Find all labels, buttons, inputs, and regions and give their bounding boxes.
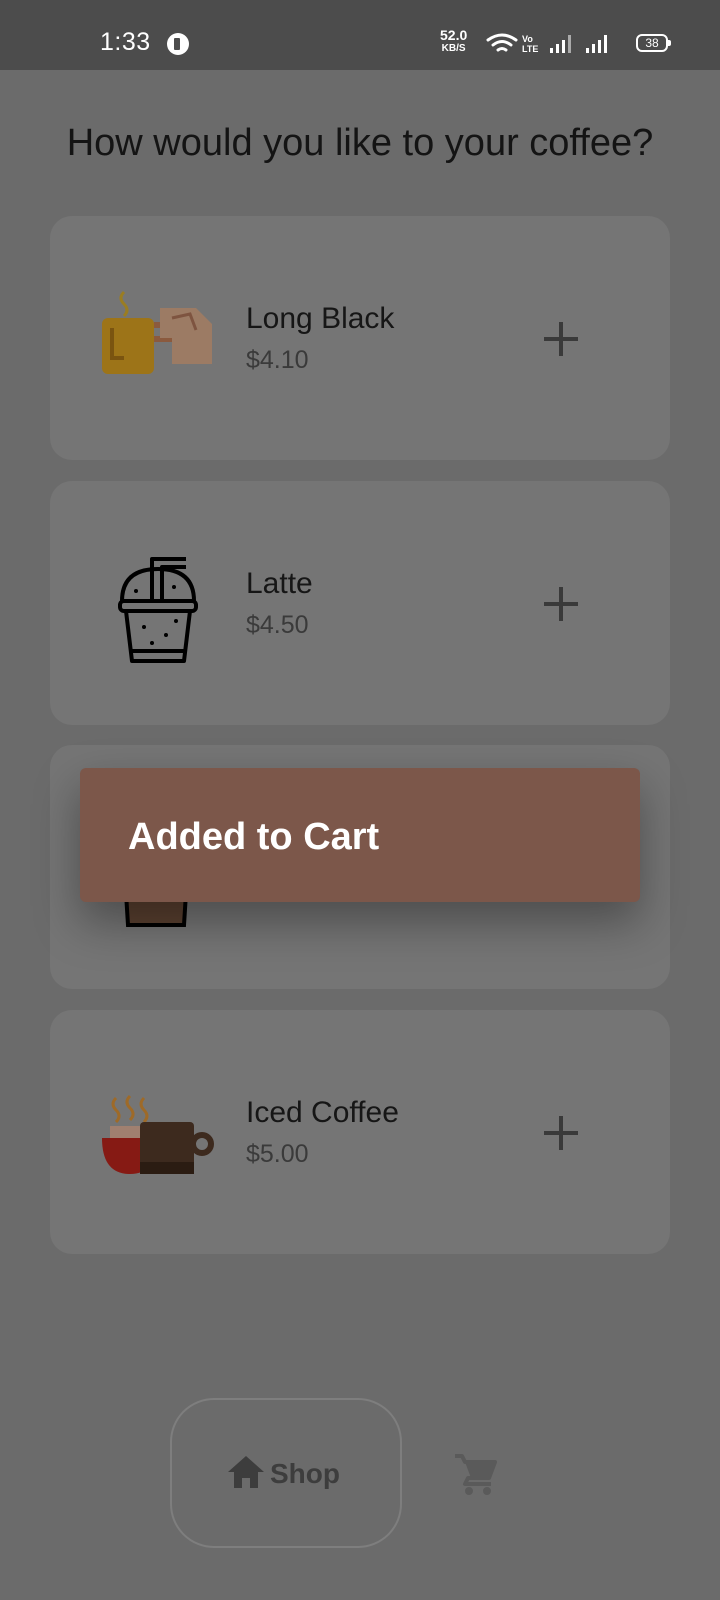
product-card-long-black[interactable]: Long Black $4.10 [50,216,670,460]
signal-2-icon [586,35,607,53]
volte-icon: Vo LTE [522,34,538,54]
product-price: $4.50 [246,611,309,639]
long-black-cup-icon [102,290,212,374]
battery-icon: 38 [636,34,671,52]
wifi-icon [486,33,518,52]
add-to-cart-button[interactable] [544,322,578,356]
status-bar: 1:33 52.0 KB/S Vo LTE 38 [0,0,720,70]
product-name: Latte [246,567,313,600]
nav-shop-label: Shop [270,1458,340,1489]
iced-cup-straw-icon [118,557,198,663]
add-to-cart-button[interactable] [544,1116,578,1150]
network-speed-value: 52.0 [440,27,468,43]
coffee-mugs-icon [102,1094,214,1174]
svg-text:Vo: Vo [522,34,533,44]
status-time: 1:33 [100,28,151,56]
app-notification-icon [167,33,189,55]
added-to-cart-toast: Added to Cart [80,768,640,902]
product-card-iced-coffee[interactable]: Iced Coffee $5.00 [50,1010,670,1254]
add-to-cart-button[interactable] [544,587,578,621]
home-icon [228,1456,264,1488]
product-price: $4.10 [246,346,309,374]
status-icons: Vo LTE [486,33,607,54]
svg-text:LTE: LTE [522,44,538,54]
cart-icon[interactable] [453,1452,497,1496]
product-card-latte[interactable]: Latte $4.50 [50,481,670,725]
nav-item-shop[interactable]: Shop [170,1398,402,1548]
product-price: $5.00 [246,1140,309,1168]
network-speed-unit: KB/S [441,43,466,54]
product-name: Long Black [246,302,395,335]
page-title: How would you like to your coffee? [66,122,654,164]
product-name: Iced Coffee [246,1096,399,1129]
toast-message: Added to Cart [128,816,380,858]
signal-1-icon [550,35,571,53]
network-speed: 52.0 KB/S [440,27,468,55]
